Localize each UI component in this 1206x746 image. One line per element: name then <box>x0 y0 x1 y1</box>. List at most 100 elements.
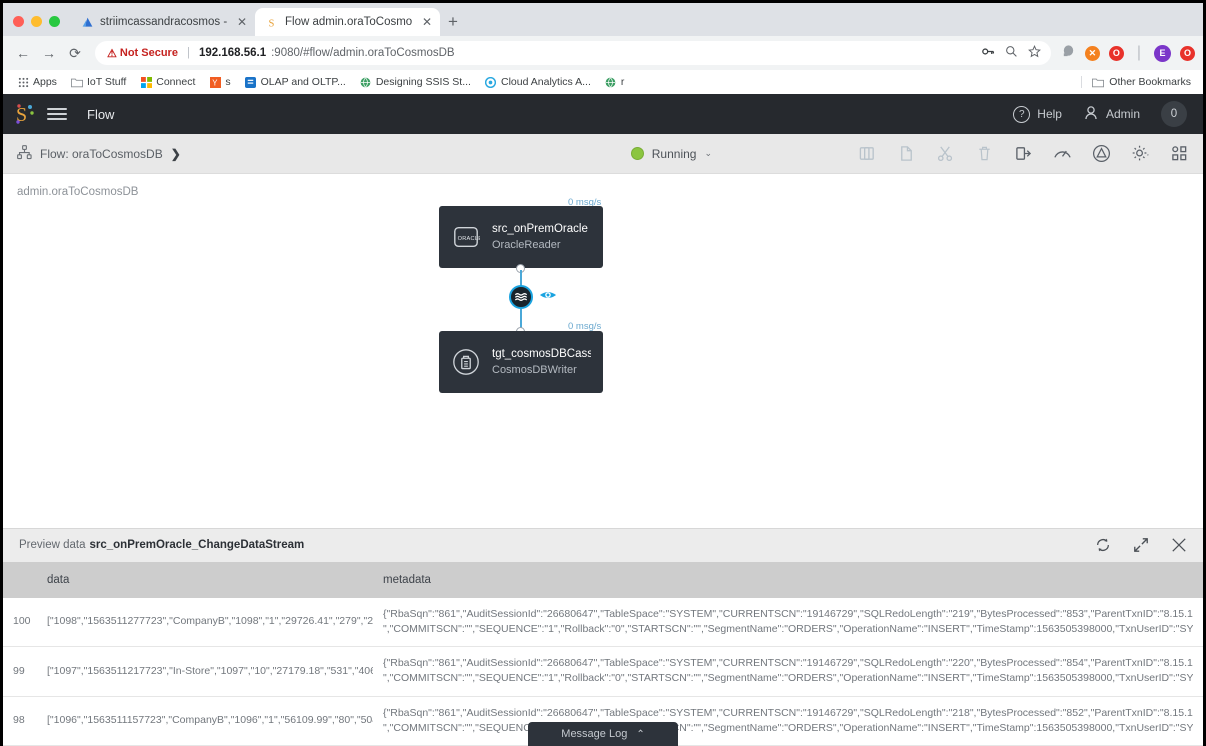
delete-icon[interactable] <box>974 144 994 164</box>
copy-icon[interactable] <box>857 144 877 164</box>
chevron-down-icon[interactable]: ⌄ <box>704 148 712 159</box>
star-icon[interactable] <box>1028 45 1041 61</box>
bookmark-olap-oltp[interactable]: OLAP and OLTP... <box>239 74 352 90</box>
duplicate-icon[interactable] <box>896 144 916 164</box>
url-separator: | <box>187 47 190 59</box>
page-title: Flow <box>87 107 114 122</box>
row-data: ["1096","1563511157723","CompanyB","1096… <box>37 696 373 745</box>
preview-panel-header: Preview data src_onPremOracle_ChangeData… <box>3 529 1203 562</box>
table-row[interactable]: 100 ["1098","1563511277723","CompanyB","… <box>3 598 1203 647</box>
chevron-up-icon: ⌃ <box>636 729 644 740</box>
flow-tool-icons <box>857 144 1189 164</box>
other-bookmarks-button[interactable]: Other Bookmarks <box>1081 76 1195 88</box>
cosmosdb-icon <box>451 347 481 377</box>
striim-logo[interactable]: S <box>13 102 37 126</box>
window-controls[interactable] <box>11 16 70 36</box>
bookmark-iot-stuff[interactable]: IoT Stuff <box>65 74 132 90</box>
metadata-line-2: ","COMMITSCN":"","SEQUENCE":"1","Rollbac… <box>383 671 1193 686</box>
table-row[interactable]: 99 ["1097","1563511217723","In-Store","1… <box>3 647 1203 696</box>
eye-icon[interactable] <box>539 288 557 302</box>
warning-triangle-icon: ⚠ <box>107 47 117 60</box>
apps-icon[interactable] <box>1169 144 1189 164</box>
breadcrumb[interactable]: Flow: oraToCosmosDB ❯ <box>17 145 181 163</box>
back-button[interactable]: ← <box>11 41 35 65</box>
folder-icon <box>71 76 83 88</box>
globe-icon <box>605 76 617 88</box>
question-mark-icon: ? <box>1013 106 1030 123</box>
other-bookmarks-label: Other Bookmarks <box>1109 76 1191 88</box>
zoom-icon[interactable] <box>1005 45 1018 61</box>
monitor-icon[interactable] <box>1052 144 1072 164</box>
flow-node-target[interactable]: tgt_cosmosDBCassandra CosmosDBWriter <box>439 331 603 393</box>
row-metadata: {"RbaSqn":"861","AuditSessionId":"266806… <box>373 598 1203 647</box>
notification-badge[interactable]: 0 <box>1161 101 1187 127</box>
svg-text:Y: Y <box>212 78 218 87</box>
minimize-window-button[interactable] <box>31 16 42 27</box>
flow-node-source[interactable]: ORACLE src_onPremOracle OracleReader <box>439 206 603 268</box>
breadcrumb-expand-icon[interactable]: ❯ <box>171 147 181 161</box>
message-log-button[interactable]: Message Log ⌃ <box>528 722 678 746</box>
metadata-line-1: {"RbaSqn":"861","AuditSessionId":"266806… <box>383 607 1193 622</box>
close-tab-button[interactable]: ✕ <box>233 15 247 29</box>
user-menu-button[interactable]: Admin <box>1077 105 1146 124</box>
extension-red-icon[interactable]: O <box>1109 46 1124 61</box>
stream-node[interactable] <box>509 285 533 309</box>
azure-icon <box>80 15 94 29</box>
close-tab-button[interactable]: ✕ <box>418 15 432 29</box>
tab-title: striimcassandracosmos - Data <box>100 16 227 28</box>
bookmark-label: Connect <box>156 76 195 88</box>
help-button[interactable]: ? Help <box>1007 106 1068 123</box>
bookmark-designing-ssis[interactable]: Designing SSIS St... <box>354 74 477 90</box>
close-window-button[interactable] <box>13 16 24 27</box>
key-icon[interactable] <box>982 45 995 61</box>
bookmark-s[interactable]: Y s <box>203 74 236 90</box>
flow-canvas[interactable]: admin.oraToCosmosDB 0 msg/s ORACLE src_o… <box>3 174 1203 528</box>
status-label: Running <box>652 147 697 161</box>
row-metadata: {"RbaSqn":"861","AuditSessionId":"266806… <box>373 647 1203 696</box>
extension-opera-icon[interactable]: O <box>1180 46 1195 61</box>
stream-waves-icon <box>514 290 528 304</box>
maximize-window-button[interactable] <box>49 16 60 27</box>
settings-icon[interactable] <box>1130 144 1150 164</box>
deploy-icon[interactable] <box>1013 144 1033 164</box>
metadata-line-2: ","COMMITSCN":"","SEQUENCE":"1","Rollbac… <box>383 622 1193 637</box>
bookmark-r[interactable]: r <box>599 74 631 90</box>
reload-button[interactable]: ⟳ <box>63 41 87 65</box>
profile-avatar[interactable]: E <box>1154 45 1171 62</box>
metadata-line-1: {"RbaSqn":"861","AuditSessionId":"266806… <box>383 706 1193 721</box>
bookmark-apps[interactable]: Apps <box>11 74 63 90</box>
extension-icons: ✕ O | E O <box>1053 43 1195 63</box>
extension-grey-icon[interactable] <box>1061 43 1076 63</box>
close-icon[interactable] <box>1171 537 1187 553</box>
extension-orange-icon[interactable]: ✕ <box>1085 46 1100 61</box>
column-header-metadata: metadata <box>373 562 1203 598</box>
node-type: CosmosDBWriter <box>492 364 591 376</box>
preview-title: Preview data <box>19 539 85 551</box>
user-label: Admin <box>1106 107 1140 121</box>
row-data: ["1097","1563511217723","In-Store","1097… <box>37 647 373 696</box>
forward-button[interactable]: → <box>37 41 61 65</box>
alert-icon[interactable] <box>1091 144 1111 164</box>
node-name: src_onPremOracle <box>492 223 588 235</box>
folder-icon <box>1092 76 1104 88</box>
url-path: :9080/#flow/admin.oraToCosmosDB <box>271 47 454 59</box>
bookmark-label: Cloud Analytics A... <box>501 76 591 88</box>
blue-doc-icon <box>245 76 257 88</box>
new-tab-button[interactable]: + <box>440 13 468 36</box>
metadata-line-1: {"RbaSqn":"861","AuditSessionId":"266806… <box>383 656 1193 671</box>
hamburger-icon[interactable] <box>47 108 67 120</box>
bookmark-connect[interactable]: Connect <box>134 74 201 90</box>
cut-icon[interactable] <box>935 144 955 164</box>
browser-tab-1[interactable]: striimcassandracosmos - Data ✕ <box>70 8 255 36</box>
refresh-icon[interactable] <box>1095 537 1111 553</box>
expand-icon[interactable] <box>1133 537 1149 553</box>
not-secure-badge[interactable]: ⚠ Not Secure <box>107 47 178 60</box>
flow-status[interactable]: Running ⌄ <box>631 147 712 161</box>
apps-grid-icon <box>17 76 29 88</box>
browser-tab-2[interactable]: S Flow admin.oraToCosmosDB ✕ <box>255 8 440 36</box>
address-bar[interactable]: ⚠ Not Secure | 192.168.56.1:9080/#flow/a… <box>95 41 1051 65</box>
browser-toolbar: ← → ⟳ ⚠ Not Secure | 192.168.56.1:9080/#… <box>3 36 1203 70</box>
bookmark-cloud-analytics[interactable]: Cloud Analytics A... <box>479 74 597 90</box>
column-header-data: data <box>37 562 373 598</box>
row-data: ["1098","1563511277723","CompanyB","1098… <box>37 598 373 647</box>
